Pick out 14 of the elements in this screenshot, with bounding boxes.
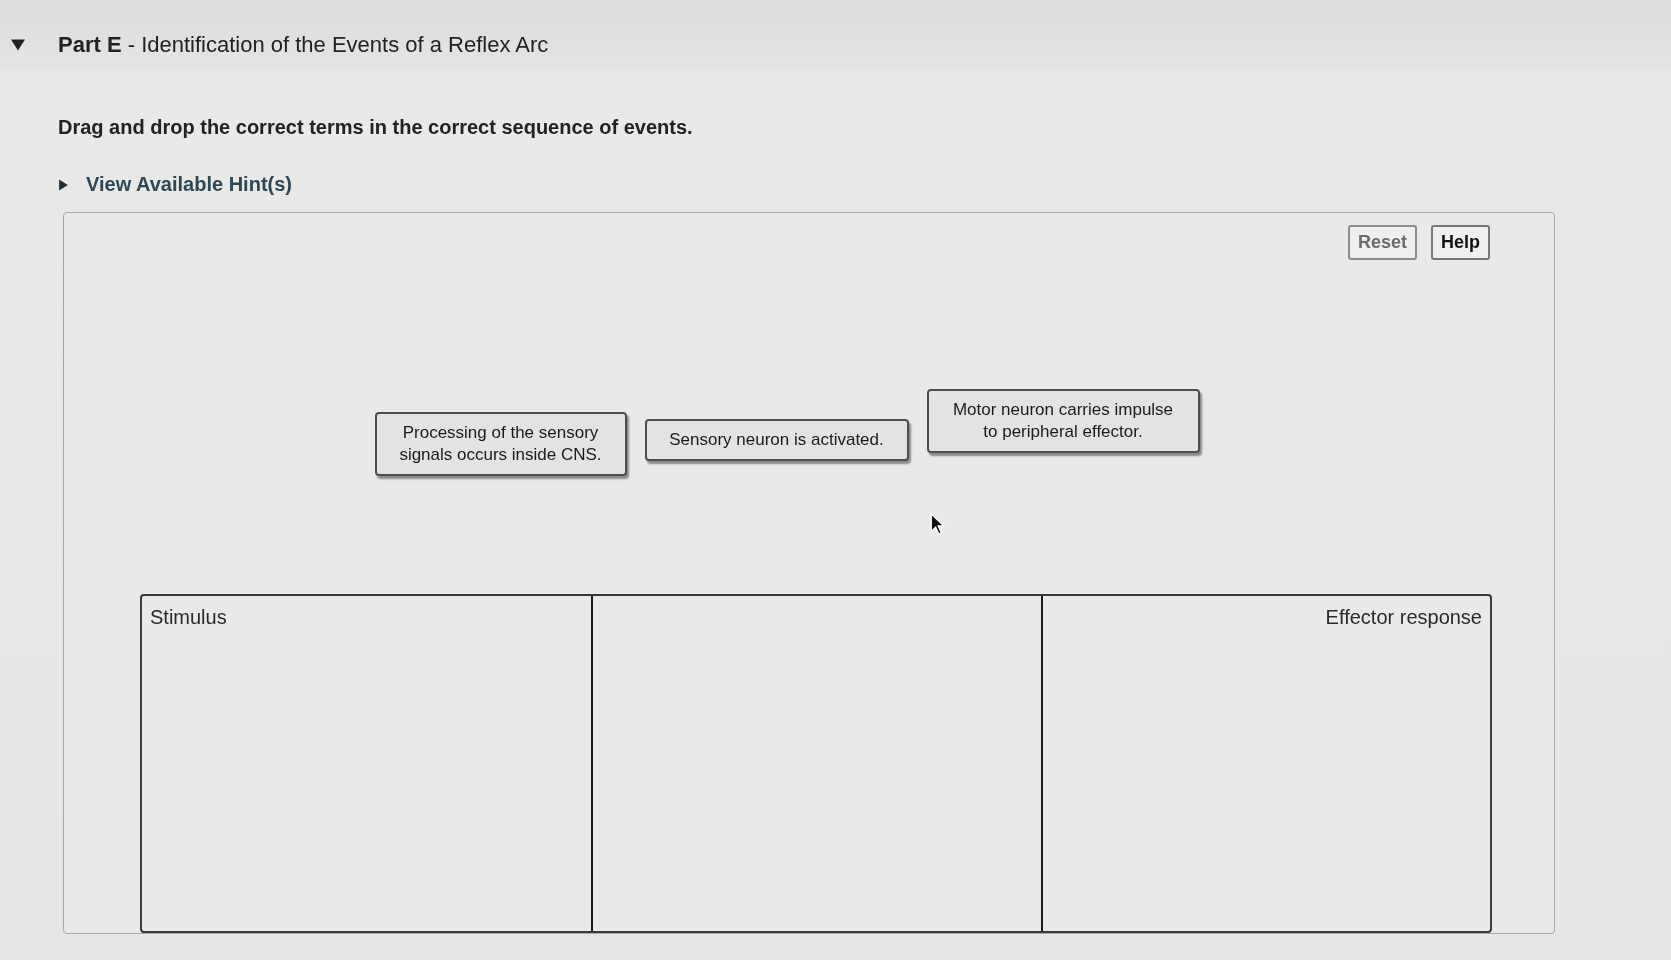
drop-zone[interactable]: Effector response — [1040, 596, 1490, 931]
part-title: Part E - Identification of the Events of a Reflex Arc — [58, 32, 549, 58]
draggable-term[interactable]: Motor neuron carries impulse to peripheral effector. — [926, 389, 1200, 453]
zone-label: Stimulus — [150, 606, 227, 629]
hints-link[interactable]: View Available Hint(s) — [86, 173, 292, 196]
caret-down-icon[interactable] — [10, 38, 26, 52]
drop-zone[interactable]: Stimulus — [142, 596, 592, 931]
draggable-term[interactable]: Sensory neuron is activated. — [644, 419, 909, 461]
toolbar-button[interactable]: Help — [1431, 225, 1490, 260]
instruction-text: Drag and drop the correct terms in the correct sequence of events. — [58, 116, 693, 139]
mouse-pointer-icon — [930, 512, 945, 536]
draggable-term[interactable]: Processing of the sensory signals occurs inside CNS. — [374, 412, 627, 476]
caret-right-icon[interactable] — [58, 177, 69, 192]
zone-label: Effector response — [1325, 606, 1482, 629]
